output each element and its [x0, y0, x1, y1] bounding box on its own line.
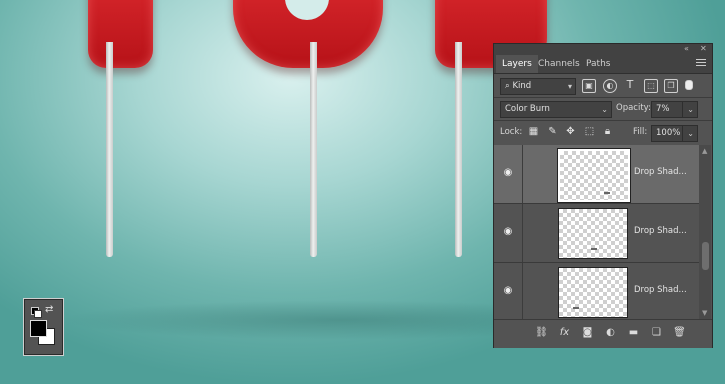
panel-menu-icon[interactable] [696, 57, 706, 68]
layer-thumbnail[interactable] [558, 267, 628, 318]
blend-mode-dropdown[interactable]: Color Burn ⌄ [500, 101, 612, 118]
filter-kind-label: Kind [512, 81, 532, 91]
fill-field[interactable]: 100% [651, 125, 683, 142]
layers-list: ◉ Drop Shad... ◉ Drop Shad... ◉ Drop Sha… [494, 145, 699, 319]
candy-letter-p-left [88, 0, 153, 68]
panel-title-bar: « ✕ [494, 44, 712, 53]
swap-colors-icon[interactable]: ⇄ [45, 304, 53, 315]
delete-layer-icon[interactable]: 🗑︎ [673, 327, 686, 339]
eye-icon[interactable]: ◉ [502, 168, 514, 178]
panel-tabs: Layers Channels Paths [494, 53, 712, 74]
lollipop-stick-1 [106, 42, 113, 257]
chevron-down-icon: ⌄ [687, 105, 694, 114]
filter-kind-dropdown[interactable]: ⌕ Kind ▾ [500, 78, 576, 95]
filter-row: ⌕ Kind ▾ ▣ ◐ T ⬚ ❐ [494, 75, 712, 97]
layer-thumbnail[interactable] [558, 208, 628, 259]
chevron-down-icon: ▾ [567, 82, 572, 91]
thumbnail-content [604, 192, 610, 194]
scroll-up-icon[interactable]: ▲ [702, 147, 707, 155]
add-mask-icon[interactable]: ◙ [581, 327, 594, 339]
thumbnail-content [591, 248, 597, 250]
new-adjustment-layer-icon[interactable]: ◐ [604, 327, 617, 339]
lollipop-stick-2 [310, 42, 317, 257]
lock-label: Lock: [500, 127, 523, 137]
eye-icon[interactable]: ◉ [502, 227, 514, 237]
scrollbar-thumb[interactable] [702, 242, 709, 270]
panel-footer: ⛓︎ fx ◙ ◐ ▬ ❏ 🗑︎ [494, 319, 712, 348]
lock-row: Lock: ▦ ✎ ✥ ⬚ 🔒︎ Fill: 100% ⌄ [494, 122, 712, 144]
close-panel-icon[interactable]: ✕ [700, 44, 707, 53]
lock-position-icon[interactable]: ✥ [565, 126, 576, 137]
new-group-icon[interactable]: ▬ [627, 327, 640, 339]
color-swatches: ⇄ [24, 299, 63, 355]
layers-scrollbar[interactable]: ▲ ▼ [699, 145, 711, 319]
opacity-dropdown-button[interactable]: ⌄ [682, 101, 698, 118]
lock-all-icon[interactable]: 🔒︎ [602, 126, 613, 137]
opacity-label: Opacity: [616, 103, 651, 113]
divider [522, 204, 523, 262]
layers-panel: « ✕ Layers Channels Paths ⌕ Kind ▾ ▣ ◐ T… [493, 43, 713, 348]
filter-toggle-icon[interactable] [685, 80, 693, 90]
blend-mode-value: Color Burn [505, 104, 550, 114]
fill-dropdown-button[interactable]: ⌄ [682, 125, 698, 142]
add-layer-style-button[interactable]: fx [558, 327, 571, 339]
layer-thumbnail[interactable] [558, 149, 630, 202]
layer-name[interactable]: Drop Shad... [634, 285, 687, 295]
eye-icon[interactable]: ◉ [502, 286, 514, 296]
tab-channels[interactable]: Channels [532, 55, 586, 73]
smart-object-filter-icon[interactable]: ❐ [664, 79, 678, 93]
collapse-panel-icon[interactable]: « [684, 44, 689, 53]
adjustment-filter-icon[interactable]: ◐ [603, 79, 617, 93]
link-layers-icon[interactable]: ⛓︎ [535, 327, 548, 339]
lock-transparent-pixels-icon[interactable]: ▦ [528, 126, 539, 137]
layer-row[interactable]: ◉ Drop Shad... [494, 145, 699, 204]
divider [522, 263, 523, 319]
letter-o-counter [285, 0, 329, 20]
layer-row[interactable]: ◉ Drop Shad... [494, 204, 699, 263]
thumbnail-content [573, 307, 579, 309]
tab-paths[interactable]: Paths [580, 55, 616, 73]
fill-label: Fill: [633, 127, 648, 137]
lollipop-stick-3 [455, 42, 462, 257]
chevron-down-icon: ⌄ [601, 105, 608, 114]
candy-letter-o [233, 0, 383, 68]
fill-value: 100% [656, 128, 681, 138]
lock-artboard-icon[interactable]: ⬚ [584, 126, 595, 137]
pixel-filter-icon[interactable]: ▣ [582, 79, 596, 93]
default-colors-icon[interactable] [31, 307, 42, 318]
divider [494, 120, 712, 121]
opacity-field[interactable]: 7% [651, 101, 683, 118]
layer-name[interactable]: Drop Shad... [634, 226, 687, 236]
chevron-down-icon: ⌄ [687, 129, 694, 138]
scroll-down-icon[interactable]: ▼ [702, 309, 707, 317]
divider [522, 145, 523, 203]
layer-row[interactable]: ◉ Drop Shad... [494, 263, 699, 319]
opacity-value: 7% [656, 104, 670, 114]
lock-image-pixels-icon[interactable]: ✎ [547, 126, 558, 137]
blend-row: Color Burn ⌄ Opacity: 7% ⌄ [494, 98, 712, 120]
foreground-color-swatch[interactable] [30, 320, 47, 337]
type-filter-icon[interactable]: T [624, 79, 636, 91]
layer-name[interactable]: Drop Shad... [634, 167, 687, 177]
shape-filter-icon[interactable]: ⬚ [644, 79, 658, 93]
new-layer-icon[interactable]: ❏ [650, 327, 663, 339]
